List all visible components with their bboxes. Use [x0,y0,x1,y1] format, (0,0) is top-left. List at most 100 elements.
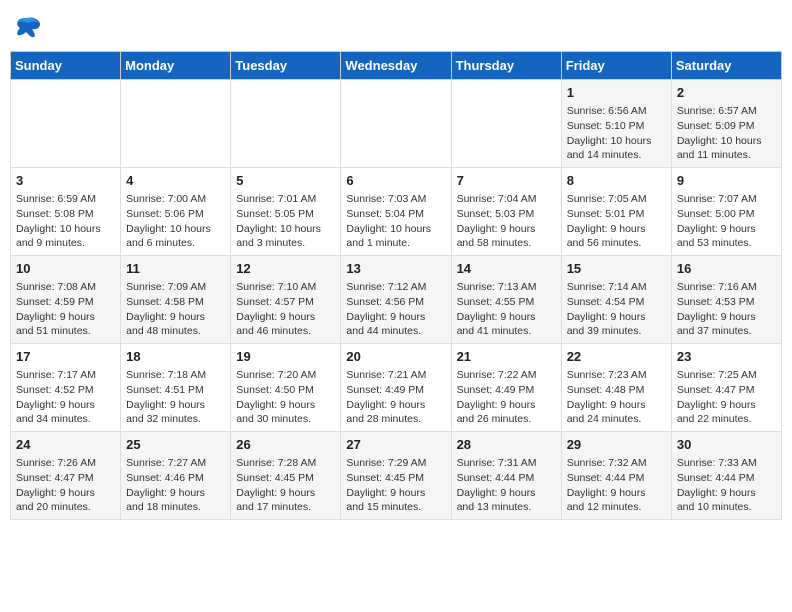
day-header-sunday: Sunday [11,52,121,80]
day-detail: Sunrise: 7:00 AM Sunset: 5:06 PM Dayligh… [126,193,211,249]
day-number: 22 [567,348,666,366]
day-cell: 17 Sunrise: 7:17 AM Sunset: 4:52 PM Dayli… [11,344,121,432]
day-cell: 18 Sunrise: 7:18 AM Sunset: 4:51 PM Dayli… [121,344,231,432]
logo [10,16,42,43]
day-detail: Sunrise: 7:05 AM Sunset: 5:01 PM Dayligh… [567,193,647,249]
calendar-header-row: SundayMondayTuesdayWednesdayThursdayFrid… [11,52,782,80]
day-cell: 9 Sunrise: 7:07 AM Sunset: 5:00 PM Daylig… [671,168,781,256]
day-cell: 10 Sunrise: 7:08 AM Sunset: 4:59 PM Dayli… [11,256,121,344]
day-detail: Sunrise: 7:27 AM Sunset: 4:46 PM Dayligh… [126,457,206,513]
day-number: 11 [126,260,225,278]
day-header-wednesday: Wednesday [341,52,451,80]
day-cell: 25 Sunrise: 7:27 AM Sunset: 4:46 PM Dayli… [121,432,231,520]
day-detail: Sunrise: 7:10 AM Sunset: 4:57 PM Dayligh… [236,281,316,337]
day-cell: 13 Sunrise: 7:12 AM Sunset: 4:56 PM Dayli… [341,256,451,344]
day-cell: 24 Sunrise: 7:26 AM Sunset: 4:47 PM Dayli… [11,432,121,520]
week-row-2: 3 Sunrise: 6:59 AM Sunset: 5:08 PM Daylig… [11,168,782,256]
week-row-5: 24 Sunrise: 7:26 AM Sunset: 4:47 PM Dayli… [11,432,782,520]
header [10,10,782,43]
day-cell [341,80,451,168]
day-cell: 14Sunrise: 7:13 AM Sunset: 4:55 PM Dayli… [451,256,561,344]
day-number: 14 [457,260,556,278]
day-number: 23 [677,348,776,366]
day-detail: Sunrise: 7:03 AM Sunset: 5:04 PM Dayligh… [346,193,431,249]
day-detail: Sunrise: 7:33 AM Sunset: 4:44 PM Dayligh… [677,457,757,513]
day-detail: Sunrise: 7:32 AM Sunset: 4:44 PM Dayligh… [567,457,647,513]
day-number: 8 [567,172,666,190]
day-number: 9 [677,172,776,190]
day-number: 29 [567,436,666,454]
day-cell [121,80,231,168]
day-detail: Sunrise: 7:18 AM Sunset: 4:51 PM Dayligh… [126,369,206,425]
day-detail: Sunrise: 7:14 AM Sunset: 4:54 PM Dayligh… [567,281,647,337]
day-cell: 6 Sunrise: 7:03 AM Sunset: 5:04 PM Daylig… [341,168,451,256]
day-number: 1 [567,84,666,102]
day-cell: 21 Sunrise: 7:22 AM Sunset: 4:49 PM Dayli… [451,344,561,432]
day-cell: 29 Sunrise: 7:32 AM Sunset: 4:44 PM Dayli… [561,432,671,520]
day-detail: Sunrise: 7:22 AM Sunset: 4:49 PM Dayligh… [457,369,537,425]
day-cell: 2 Sunrise: 6:57 AM Sunset: 5:09 PM Daylig… [671,80,781,168]
day-detail: Sunrise: 7:12 AM Sunset: 4:56 PM Dayligh… [346,281,426,337]
week-row-1: 1 Sunrise: 6:56 AM Sunset: 5:10 PM Daylig… [11,80,782,168]
day-detail: Sunrise: 7:26 AM Sunset: 4:47 PM Dayligh… [16,457,96,513]
day-detail: Sunrise: 6:56 AM Sunset: 5:10 PM Dayligh… [567,105,652,161]
day-cell: 15 Sunrise: 7:14 AM Sunset: 4:54 PM Dayli… [561,256,671,344]
day-number: 13 [346,260,445,278]
day-cell: 28 Sunrise: 7:31 AM Sunset: 4:44 PM Dayli… [451,432,561,520]
day-number: 24 [16,436,115,454]
day-cell [11,80,121,168]
day-detail: Sunrise: 7:20 AM Sunset: 4:50 PM Dayligh… [236,369,316,425]
day-number: 10 [16,260,115,278]
day-number: 25 [126,436,225,454]
day-number: 30 [677,436,776,454]
day-cell: 26Sunrise: 7:28 AM Sunset: 4:45 PM Dayli… [231,432,341,520]
day-number: 2 [677,84,776,102]
calendar-table: SundayMondayTuesdayWednesdayThursdayFrid… [10,51,782,520]
day-number: 7 [457,172,556,190]
day-detail: Sunrise: 7:09 AM Sunset: 4:58 PM Dayligh… [126,281,206,337]
day-detail: Sunrise: 6:57 AM Sunset: 5:09 PM Dayligh… [677,105,762,161]
day-cell: 30 Sunrise: 7:33 AM Sunset: 4:44 PM Dayli… [671,432,781,520]
day-number: 3 [16,172,115,190]
logo-bird-icon [14,16,42,38]
day-cell [231,80,341,168]
day-header-tuesday: Tuesday [231,52,341,80]
day-detail: Sunrise: 7:28 AM Sunset: 4:45 PM Dayligh… [236,457,316,513]
day-header-monday: Monday [121,52,231,80]
day-number: 19 [236,348,335,366]
day-detail: Sunrise: 7:07 AM Sunset: 5:00 PM Dayligh… [677,193,757,249]
day-cell [451,80,561,168]
day-cell: 11 Sunrise: 7:09 AM Sunset: 4:58 PM Dayli… [121,256,231,344]
day-cell: 3 Sunrise: 6:59 AM Sunset: 5:08 PM Daylig… [11,168,121,256]
day-number: 12 [236,260,335,278]
day-number: 17 [16,348,115,366]
day-number: 6 [346,172,445,190]
day-detail: Sunrise: 7:08 AM Sunset: 4:59 PM Dayligh… [16,281,96,337]
day-header-saturday: Saturday [671,52,781,80]
day-detail: Sunrise: 7:23 AM Sunset: 4:48 PM Dayligh… [567,369,647,425]
day-detail: Sunrise: 7:17 AM Sunset: 4:52 PM Dayligh… [16,369,96,425]
calendar-body: 1 Sunrise: 6:56 AM Sunset: 5:10 PM Daylig… [11,80,782,520]
day-number: 28 [457,436,556,454]
day-number: 5 [236,172,335,190]
day-cell: 4 Sunrise: 7:00 AM Sunset: 5:06 PM Daylig… [121,168,231,256]
day-cell: 1 Sunrise: 6:56 AM Sunset: 5:10 PM Daylig… [561,80,671,168]
day-detail: Sunrise: 7:31 AM Sunset: 4:44 PM Dayligh… [457,457,537,513]
day-number: 18 [126,348,225,366]
day-detail: Sunrise: 7:29 AM Sunset: 4:45 PM Dayligh… [346,457,426,513]
day-detail: Sunrise: 7:21 AM Sunset: 4:49 PM Dayligh… [346,369,426,425]
day-number: 15 [567,260,666,278]
day-number: 20 [346,348,445,366]
day-detail: Sunrise: 6:59 AM Sunset: 5:08 PM Dayligh… [16,193,101,249]
day-detail: Sunrise: 7:16 AM Sunset: 4:53 PM Dayligh… [677,281,757,337]
day-number: 27 [346,436,445,454]
day-header-friday: Friday [561,52,671,80]
day-number: 4 [126,172,225,190]
day-number: 21 [457,348,556,366]
day-cell: 22 Sunrise: 7:23 AM Sunset: 4:48 PM Dayli… [561,344,671,432]
day-cell: 12 Sunrise: 7:10 AM Sunset: 4:57 PM Dayli… [231,256,341,344]
week-row-4: 17 Sunrise: 7:17 AM Sunset: 4:52 PM Dayli… [11,344,782,432]
day-cell: 19 Sunrise: 7:20 AM Sunset: 4:50 PM Dayli… [231,344,341,432]
week-row-3: 10 Sunrise: 7:08 AM Sunset: 4:59 PM Dayli… [11,256,782,344]
day-header-thursday: Thursday [451,52,561,80]
